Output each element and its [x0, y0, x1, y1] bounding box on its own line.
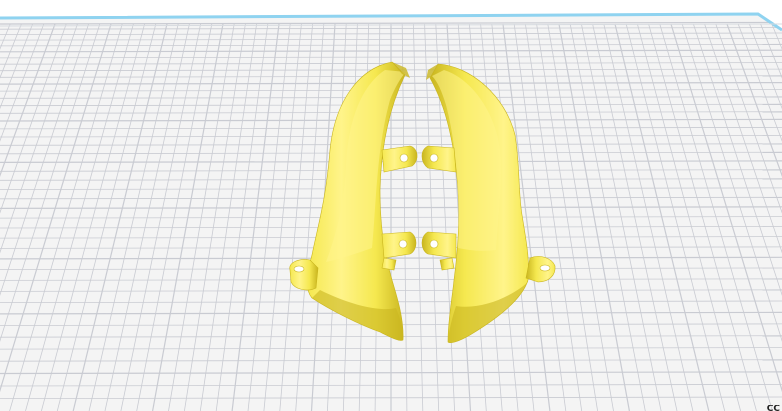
build-plate-scene[interactable]	[0, 0, 782, 411]
corner-label: CC	[766, 405, 780, 411]
tab-lower-left	[381, 257, 397, 271]
tab-lower-right	[439, 257, 455, 271]
3d-viewport[interactable]: CC	[0, 0, 782, 411]
